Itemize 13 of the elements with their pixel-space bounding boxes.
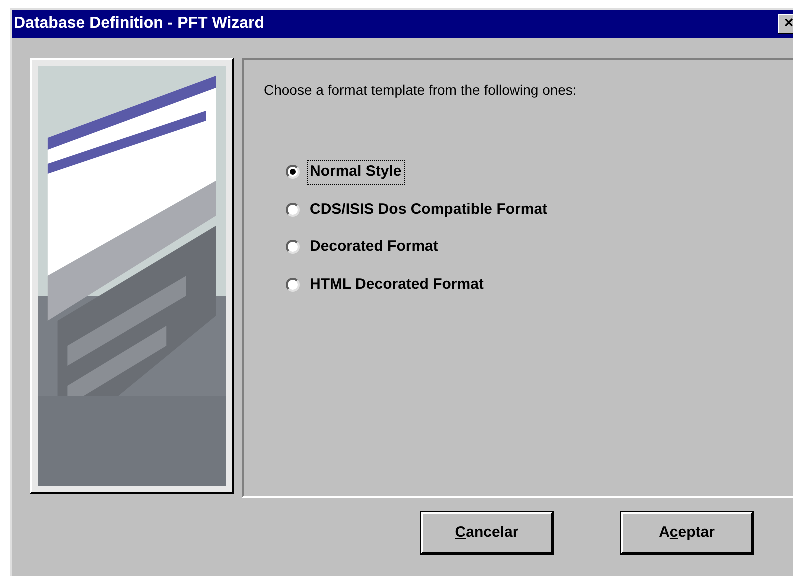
- radio-button[interactable]: [286, 202, 300, 217]
- option-label[interactable]: CDS/ISIS Dos Compatible Format: [308, 198, 550, 221]
- close-button[interactable]: ×: [778, 14, 793, 34]
- option-label[interactable]: HTML Decorated Format: [308, 274, 486, 296]
- radio-button[interactable]: [286, 240, 300, 254]
- option-label[interactable]: Decorated Format: [308, 236, 440, 258]
- window-title: Database Definition - PFT Wizard: [14, 14, 265, 34]
- dialog-button[interactable]: Cancelar: [421, 512, 553, 554]
- option-label[interactable]: Normal Style: [308, 161, 404, 184]
- radio-button[interactable]: [286, 278, 300, 292]
- prompt-text: Choose a format template from the following ones:: [264, 81, 578, 100]
- radio-button[interactable]: [286, 165, 300, 180]
- dialog-button[interactable]: Aceptar: [621, 512, 753, 554]
